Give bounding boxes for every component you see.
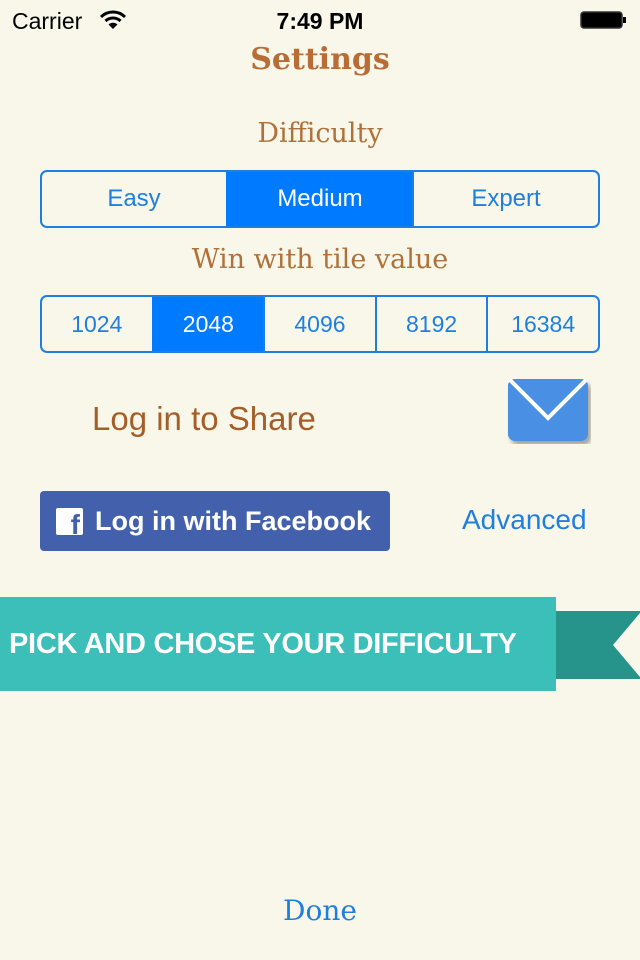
tile-option-4096[interactable]: 4096 (263, 297, 375, 351)
tile-option-1024[interactable]: 1024 (42, 297, 152, 351)
tile-value-label: Win with tile value (191, 244, 449, 275)
page-title: Settings (250, 42, 390, 77)
tile-option-8192[interactable]: 8192 (374, 297, 487, 351)
battery-full-icon (580, 11, 626, 29)
facebook-login-button[interactable]: f Log in with Facebook (40, 491, 390, 551)
difficulty-option-easy[interactable]: Easy (42, 172, 226, 226)
done-button[interactable]: Done (0, 894, 640, 927)
difficulty-segmented-control: Easy Medium Expert (40, 170, 600, 228)
envelope-icon[interactable] (507, 378, 591, 444)
difficulty-option-medium[interactable]: Medium (226, 172, 412, 226)
tile-value-segmented-control: 1024 2048 4096 8192 16384 (40, 295, 600, 353)
difficulty-label: Difficulty (257, 118, 383, 149)
status-time: 7:49 PM (276, 8, 364, 34)
tile-option-16384[interactable]: 16384 (486, 297, 598, 351)
facebook-login-label: Log in with Facebook (95, 505, 371, 536)
ribbon-tail (555, 611, 640, 679)
tip-banner-text: PICK AND CHOSE YOUR DIFFICULTY (9, 627, 517, 660)
difficulty-option-expert[interactable]: Expert (412, 172, 598, 226)
tip-banner: PICK AND CHOSE YOUR DIFFICULTY (0, 597, 556, 691)
share-label: Log in to Share (92, 400, 316, 437)
tile-option-2048[interactable]: 2048 (151, 297, 264, 351)
facebook-icon: f (56, 507, 83, 538)
advanced-link[interactable]: Advanced (462, 504, 587, 536)
